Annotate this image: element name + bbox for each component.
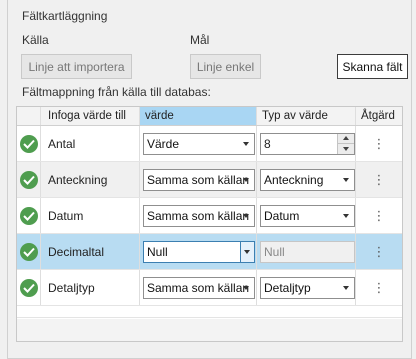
table-row[interactable]: Detaljtyp Samma som källan Detaljtyp ⋮ (17, 270, 402, 306)
type-cell: Detaljtyp (257, 270, 356, 305)
grid-header: Infoga värde till värde Typ av värde Åtg… (17, 107, 402, 126)
action-cell: ⋮ (356, 234, 402, 269)
value-text: Samma som källan (147, 208, 250, 223)
chevron-down-icon (243, 141, 249, 146)
status-cell (17, 126, 41, 161)
grid-empty-area (17, 319, 402, 341)
type-value-text: Null (264, 244, 285, 259)
dropdown-button[interactable] (240, 241, 254, 262)
value-dropdown[interactable]: Samma som källan (143, 276, 255, 299)
value-cell: Samma som källan (140, 162, 257, 197)
type-value-text: Anteckning (264, 172, 324, 187)
value-dropdown[interactable]: Samma som källan (143, 168, 255, 191)
value-dropdown[interactable]: Null (143, 240, 255, 263)
type-value-field: Null (260, 240, 355, 263)
name-cell: Anteckning (41, 162, 140, 197)
check-circle-icon (20, 170, 38, 189)
section-title: Fältkartläggning (22, 9, 108, 23)
type-cell: Datum (257, 198, 356, 233)
target-label: Mål (190, 33, 210, 47)
name-cell: Antal (41, 126, 140, 161)
status-cell (17, 270, 41, 305)
header-type-of-value[interactable]: Typ av värde (257, 107, 356, 125)
action-cell: ⋮ (356, 162, 402, 197)
source-label: Källa (22, 33, 49, 47)
check-circle-icon (20, 206, 38, 225)
spinner-up-icon[interactable] (338, 133, 354, 144)
value-text: Null (147, 244, 168, 259)
status-cell (17, 234, 41, 269)
action-cell: ⋮ (356, 126, 402, 161)
type-value-text: Detaljtyp (264, 280, 311, 295)
action-cell: ⋮ (356, 198, 402, 233)
value-dropdown[interactable]: Samma som källan (143, 204, 255, 227)
more-options-icon[interactable]: ⋮ (373, 173, 386, 186)
type-value-dropdown[interactable]: Detaljtyp (260, 276, 355, 299)
scan-fields-button[interactable]: Skanna fält (337, 54, 408, 79)
field-name: Decimaltal (48, 244, 105, 259)
value-text: Samma som källan (147, 280, 250, 295)
value-dropdown[interactable]: Värde (143, 132, 255, 155)
status-cell (17, 162, 41, 197)
more-options-icon[interactable]: ⋮ (373, 281, 386, 294)
value-cell: Samma som källan (140, 270, 257, 305)
chevron-down-icon (343, 177, 349, 182)
more-options-icon[interactable]: ⋮ (373, 245, 386, 258)
field-name: Antal (48, 136, 76, 151)
type-value-dropdown[interactable]: Anteckning (260, 168, 355, 191)
chevron-down-icon (244, 249, 250, 254)
type-cell: 8 (257, 126, 356, 161)
field-name: Detaljtyp (48, 280, 95, 295)
chevron-down-icon (243, 285, 249, 290)
mapping-title: Fältmappning från källa till databas: (22, 85, 211, 99)
check-circle-icon (20, 278, 38, 297)
table-row[interactable]: Datum Samma som källan Datum ⋮ (17, 198, 402, 234)
table-row[interactable]: Anteckning Samma som källan Anteckning ⋮ (17, 162, 402, 198)
value-cell: Null (140, 234, 257, 269)
action-cell: ⋮ (356, 270, 402, 305)
value-cell: Värde (140, 126, 257, 161)
field-mapping-grid: Infoga värde till värde Typ av värde Åtg… (16, 106, 403, 342)
chevron-down-icon (343, 213, 349, 218)
import-line-button[interactable]: Linje att importera (21, 54, 132, 79)
field-name: Datum (48, 208, 84, 223)
header-status (17, 107, 41, 125)
name-cell: Datum (41, 198, 140, 233)
check-circle-icon (20, 242, 38, 261)
value-text: Samma som källan (147, 172, 250, 187)
header-action[interactable]: Åtgärd (356, 107, 402, 125)
header-value[interactable]: värde (140, 107, 257, 125)
chevron-down-icon (243, 213, 249, 218)
more-options-icon[interactable]: ⋮ (373, 209, 386, 222)
spinner-buttons (337, 133, 354, 154)
name-cell: Decimaltal (41, 234, 140, 269)
chevron-down-icon (243, 177, 249, 182)
value-cell: Samma som källan (140, 198, 257, 233)
name-cell: Detaljtyp (41, 270, 140, 305)
check-circle-icon (20, 134, 38, 153)
field-name: Anteckning (48, 172, 108, 187)
chevron-down-icon (343, 285, 349, 290)
value-text: Värde (147, 136, 180, 151)
more-options-icon[interactable]: ⋮ (373, 137, 386, 150)
table-row[interactable]: Decimaltal Null Null ⋮ (17, 234, 402, 270)
status-cell (17, 198, 41, 233)
type-value-text: Datum (264, 208, 300, 223)
header-insert-value[interactable]: Infoga värde till (41, 107, 140, 125)
spinner-value: 8 (264, 136, 271, 151)
type-value-spinner[interactable]: 8 (260, 132, 355, 155)
spinner-down-icon[interactable] (338, 143, 354, 154)
type-cell: Anteckning (257, 162, 356, 197)
table-row[interactable]: Antal Värde 8 ⋮ (17, 126, 402, 162)
type-cell: Null (257, 234, 356, 269)
grid-empty-row (17, 306, 402, 318)
type-value-dropdown[interactable]: Datum (260, 204, 355, 227)
simple-line-button[interactable]: Linje enkel (190, 54, 261, 79)
